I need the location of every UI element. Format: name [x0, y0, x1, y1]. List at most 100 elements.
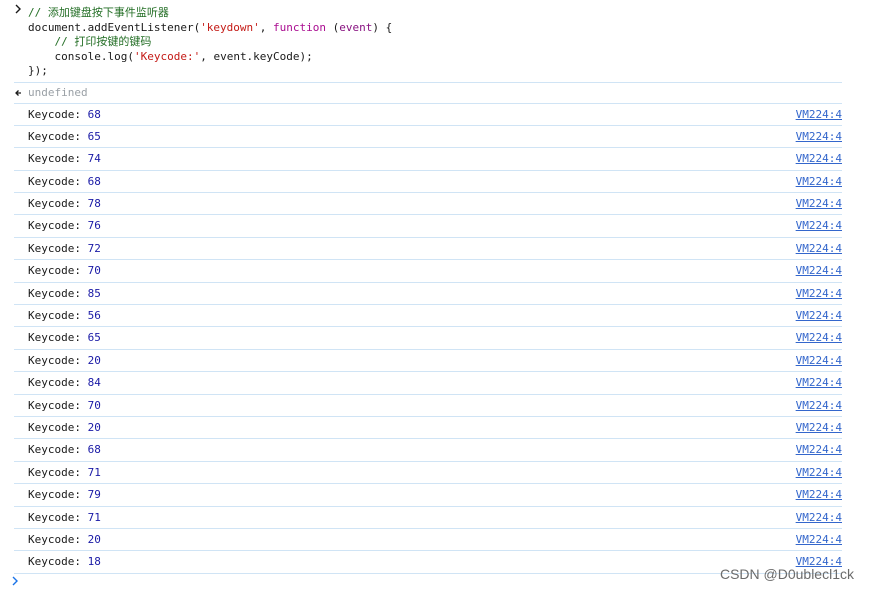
code-token: function: [273, 20, 327, 34]
code-line: // 打印按键的键码: [28, 35, 842, 50]
log-row: Keycode: 20 VM224:4: [14, 417, 842, 440]
log-source-link[interactable]: VM224:4: [796, 193, 842, 214]
log-source-link[interactable]: VM224:4: [796, 215, 842, 236]
log-label: Keycode:: [28, 376, 81, 390]
log-source-link[interactable]: VM224:4: [796, 395, 842, 416]
code-line: document.addEventListener('keydown', fun…: [28, 21, 842, 36]
log-source-link[interactable]: VM224:4: [796, 104, 842, 125]
log-label: Keycode:: [28, 555, 81, 569]
log-source-link[interactable]: VM224:4: [796, 417, 842, 438]
log-source-link[interactable]: VM224:4: [796, 439, 842, 460]
log-label: Keycode:: [28, 532, 81, 546]
chevron-right-icon: [14, 4, 22, 18]
code-token: , event.keyCode);: [200, 49, 313, 63]
chevron-right-icon[interactable]: [11, 576, 19, 589]
log-row: Keycode: 20 VM224:4: [14, 350, 842, 373]
log-label: Keycode:: [28, 309, 81, 323]
log-row: Keycode: 70 VM224:4: [14, 260, 842, 283]
log-source-link[interactable]: VM224:4: [796, 260, 842, 281]
log-value: 70: [87, 398, 101, 412]
log-source-link[interactable]: VM224:4: [796, 171, 842, 192]
log-row: Keycode: 79 VM224:4: [14, 484, 842, 507]
log-value: 72: [87, 241, 101, 255]
code-token: 'Keycode:': [133, 49, 201, 63]
code-line: });: [28, 64, 842, 79]
log-list: Keycode: 68 VM224:4 Keycode: 65 VM224:4 Keyc…: [0, 104, 842, 574]
log-label: Keycode:: [28, 107, 81, 121]
log-row: Keycode: 72 VM224:4: [14, 238, 842, 261]
log-value: 20: [87, 353, 101, 367]
log-row: Keycode: 85 VM224:4: [14, 283, 842, 306]
code-line: console.log('Keycode:', event.keyCode);: [28, 50, 842, 65]
log-value: 79: [87, 488, 101, 502]
log-label: Keycode:: [28, 152, 81, 166]
log-value: 78: [87, 197, 101, 211]
log-label: Keycode:: [28, 286, 81, 300]
log-row: Keycode: 65 VM224:4: [14, 126, 842, 149]
log-value: 68: [87, 107, 101, 121]
code-token: ,: [259, 20, 274, 34]
log-row: Keycode: 56 VM224:4: [14, 305, 842, 328]
log-row: Keycode: 71 VM224:4: [14, 462, 842, 485]
log-row: Keycode: 68 VM224:4: [14, 104, 842, 126]
log-label: Keycode:: [28, 264, 81, 278]
code-token: event: [339, 20, 373, 34]
log-value: 68: [87, 174, 101, 188]
log-value: 76: [87, 219, 101, 233]
log-label: Keycode:: [28, 219, 81, 233]
log-value: 18: [87, 555, 101, 569]
log-source-link[interactable]: VM224:4: [796, 529, 842, 550]
log-value: 71: [87, 465, 101, 479]
log-label: Keycode:: [28, 488, 81, 502]
log-row: Keycode: 68 VM224:4: [14, 171, 842, 194]
log-row: Keycode: 18 VM224:4: [14, 551, 842, 574]
log-value: 74: [87, 152, 101, 166]
log-row: Keycode: 71 VM224:4: [14, 507, 842, 529]
log-value: 84: [87, 376, 101, 390]
code-token: });: [28, 64, 48, 77]
log-row: Keycode: 65 VM224:4: [14, 327, 842, 350]
log-label: Keycode:: [28, 510, 81, 524]
log-value: 56: [87, 309, 101, 323]
return-arrow-icon: [14, 83, 23, 103]
log-row: Keycode: 84 VM224:4: [14, 372, 842, 395]
log-source-link[interactable]: VM224:4: [796, 148, 842, 169]
code-token: // 添加键盘按下事件监听器: [28, 6, 169, 19]
log-source-link[interactable]: VM224:4: [796, 462, 842, 483]
code-token: 'keydown': [200, 20, 260, 34]
code-block: // 添加键盘按下事件监听器 document.addEventListener(…: [28, 6, 842, 79]
log-label: Keycode:: [28, 241, 81, 255]
log-label: Keycode:: [28, 197, 81, 211]
log-row: Keycode: 68 VM224:4: [14, 439, 842, 462]
log-source-link[interactable]: VM224:4: [796, 327, 842, 348]
log-row: Keycode: 76 VM224:4: [14, 215, 842, 238]
code-token: (: [326, 20, 340, 34]
log-label: Keycode:: [28, 353, 81, 367]
log-label: Keycode:: [28, 420, 81, 434]
log-value: 65: [87, 129, 101, 143]
log-source-link[interactable]: VM224:4: [796, 305, 842, 326]
log-value: 20: [87, 420, 101, 434]
log-row: Keycode: 20 VM224:4: [14, 529, 842, 552]
log-label: Keycode:: [28, 331, 81, 345]
code-token: document.addEventListener(: [28, 20, 201, 34]
log-source-link[interactable]: VM224:4: [796, 283, 842, 304]
code-token: console.log(: [28, 49, 134, 63]
log-source-link[interactable]: VM224:4: [796, 372, 842, 393]
log-value: 70: [87, 264, 101, 278]
log-row: Keycode: 70 VM224:4: [14, 395, 842, 417]
log-label: Keycode:: [28, 465, 81, 479]
log-row: Keycode: 74 VM224:4: [14, 148, 842, 171]
log-source-link[interactable]: VM224:4: [796, 507, 842, 528]
log-value: 71: [87, 510, 101, 524]
log-value: 20: [87, 532, 101, 546]
result-value: undefined: [28, 85, 88, 99]
console-result-row: undefined: [14, 83, 842, 104]
log-source-link[interactable]: VM224:4: [796, 484, 842, 505]
log-source-link[interactable]: VM224:4: [796, 238, 842, 259]
log-source-link[interactable]: VM224:4: [796, 126, 842, 147]
console-input-entry[interactable]: // 添加键盘按下事件监听器 document.addEventListener(…: [14, 0, 842, 83]
log-label: Keycode:: [28, 129, 81, 143]
code-token: ) {: [372, 20, 393, 34]
log-source-link[interactable]: VM224:4: [796, 350, 842, 371]
